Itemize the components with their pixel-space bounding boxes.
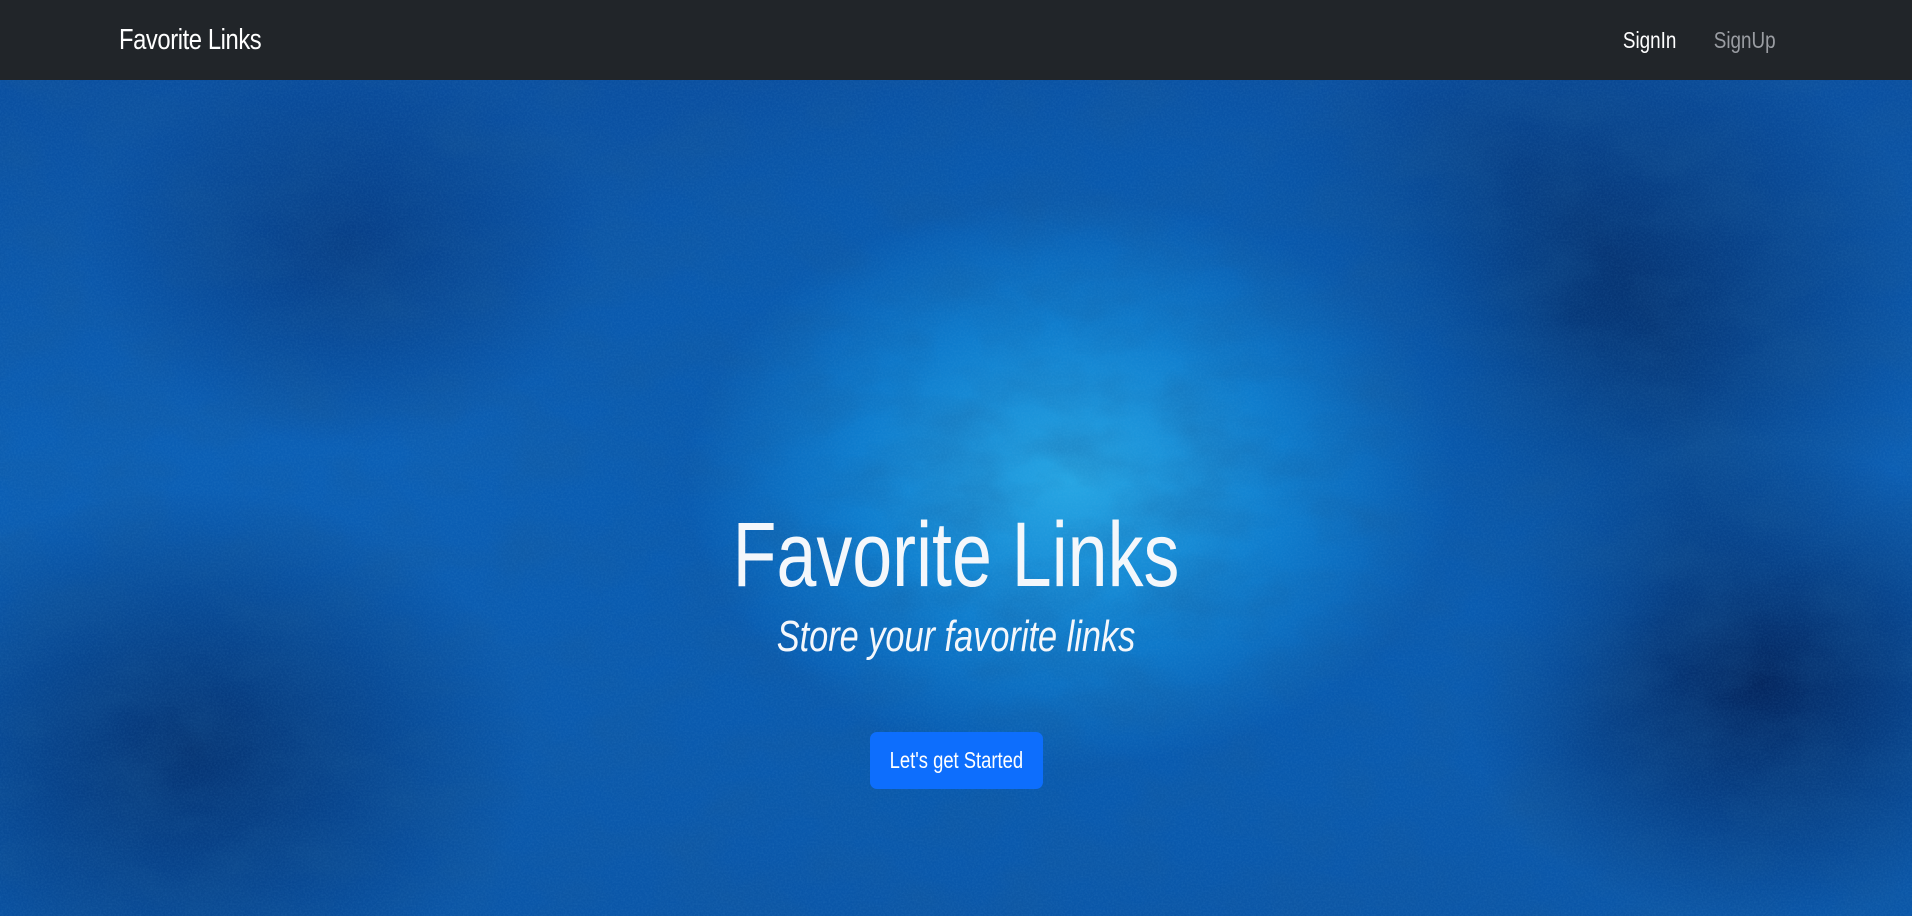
nav-links: SignIn SignUp (1617, 25, 1782, 55)
hero-subtitle: Store your favorite links (776, 612, 1136, 661)
get-started-button[interactable]: Let's get Started (870, 732, 1043, 789)
brand-link[interactable]: Favorite Links (119, 22, 262, 58)
hero-section: Favorite Links Store your favorite links… (0, 80, 1912, 916)
hero-title: Favorite Links (732, 504, 1180, 606)
signup-link[interactable]: SignUp (1713, 25, 1775, 55)
top-navbar: Favorite Links SignIn SignUp (0, 0, 1912, 80)
signin-link[interactable]: SignIn (1623, 25, 1676, 55)
get-started-label: Let's get Started (889, 747, 1024, 773)
hero-background-texture (0, 80, 1912, 916)
